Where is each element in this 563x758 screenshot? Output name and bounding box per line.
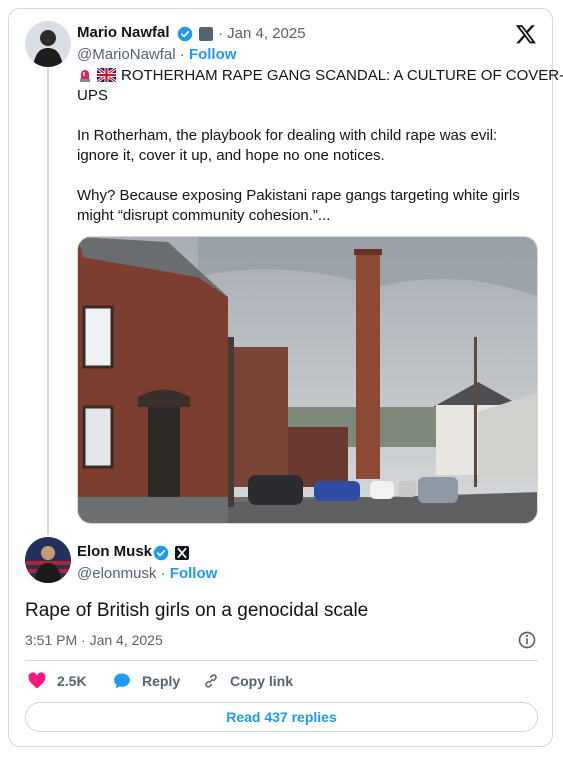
link-icon <box>205 674 217 688</box>
affiliate-badge-icon[interactable] <box>199 27 213 41</box>
quoted-headline-line1: ROTHERHAM RAPE GANG SCANDAL: A CULTURE O… <box>121 67 563 84</box>
quoted-paragraph1-line2: ignore it, cover it up, and hope no one … <box>77 147 385 164</box>
read-replies-button[interactable]: Read 437 replies <box>25 702 538 732</box>
main-follow-link[interactable]: Follow <box>170 565 218 582</box>
handle-separator: · <box>179 46 185 63</box>
reply-label: Reply <box>142 673 181 689</box>
main-tweet-text: Rape of British girls on a genocidal sca… <box>25 600 369 621</box>
main-handle[interactable]: @elonmusk <box>77 565 156 582</box>
copy-link-label: Copy link <box>230 673 294 689</box>
read-replies-label: Read 437 replies <box>226 709 337 725</box>
reply-button[interactable]: Reply <box>112 670 180 692</box>
police-light-emoji-icon <box>80 70 90 82</box>
verified-badge-icon <box>177 26 193 42</box>
x-affiliate-badge-icon[interactable] <box>175 546 189 560</box>
street-chimney-photo <box>78 237 537 523</box>
quoted-paragraph2-line2[interactable]: might “disrupt community cohesion.”... <box>77 206 330 226</box>
heart-icon <box>28 672 46 689</box>
info-icon[interactable] <box>517 630 537 650</box>
main-author-name[interactable]: Elon Musk <box>77 543 152 560</box>
x-logo-icon[interactable] <box>515 23 537 45</box>
quoted-date[interactable]: · Jan 4, 2025 <box>218 25 306 42</box>
quoted-author-name[interactable]: Mario Nawfal <box>77 24 170 41</box>
main-handle-row: @elonmusk · Follow <box>77 565 217 582</box>
quoted-headline-line2: UPS <box>77 87 108 104</box>
thread-connector-line <box>47 67 49 535</box>
tweet-photo[interactable] <box>77 236 538 524</box>
handle-separator: · <box>160 565 166 582</box>
like-button[interactable]: 2.5K <box>27 670 87 692</box>
quoted-handle[interactable]: @MarioNawfal <box>77 46 176 63</box>
elon-musk-avatar[interactable] <box>25 537 71 583</box>
quoted-paragraph2-line1: Why? Because exposing Pakistani rape gan… <box>77 187 520 204</box>
quoted-follow-link[interactable]: Follow <box>189 46 237 63</box>
actions-divider <box>25 660 538 661</box>
copy-link-button[interactable]: Copy link <box>202 670 293 692</box>
reply-bubble-icon <box>114 673 130 689</box>
quoted-handle-row: @MarioNawfal · Follow <box>77 46 236 63</box>
main-tweet-timestamp[interactable]: 3:51 PM · Jan 4, 2025 <box>25 632 163 648</box>
mario-nawfal-avatar[interactable] <box>25 21 71 67</box>
uk-flag-emoji-icon <box>97 68 116 82</box>
quoted-paragraph1-line1: In Rotherham, the playbook for dealing w… <box>77 127 498 144</box>
verified-badge-icon <box>153 545 169 561</box>
like-count: 2.5K <box>57 673 87 689</box>
